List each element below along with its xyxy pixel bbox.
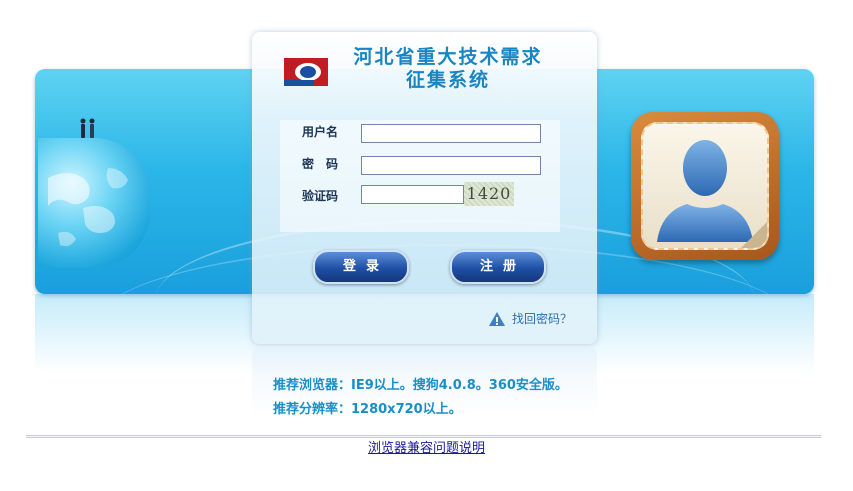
globe-icon xyxy=(38,138,150,268)
captcha-label: 验证码 xyxy=(302,189,339,203)
logo-icon xyxy=(284,58,328,86)
user-silhouette-icon xyxy=(657,140,767,248)
forgot-password-link[interactable]: 找回密码？ xyxy=(488,310,572,327)
register-button[interactable]: 注册 xyxy=(450,250,546,284)
people-icon xyxy=(80,118,95,138)
captcha-input[interactable] xyxy=(361,185,464,204)
password-label: 密 码 xyxy=(302,157,339,171)
decorative-dots: ...... xyxy=(640,330,672,341)
username-input[interactable] xyxy=(361,124,541,143)
browser-compat-link[interactable]: 浏览器兼容问题说明 xyxy=(0,437,853,456)
login-button[interactable]: 登录 xyxy=(313,250,409,284)
username-label: 用户名 xyxy=(302,125,339,139)
login-panel: 河北省重大技术需求 征集系统 用户名 密 码 验证码 1420 登录 注册 找回… xyxy=(252,32,597,344)
user-avatar xyxy=(631,112,779,260)
warning-icon xyxy=(489,311,505,326)
captcha-image[interactable]: 1420 xyxy=(464,182,514,206)
avatar-card xyxy=(641,122,769,250)
forgot-password-label: 找回密码？ xyxy=(512,312,573,326)
title-line-2: 征集系统 xyxy=(405,69,490,91)
browser-tip: 推荐浏览器：IE9以上。搜狗4.0.8。360安全版。 xyxy=(273,378,568,393)
resolution-tip: 推荐分辨率：1280x720以上。 xyxy=(273,402,462,417)
password-input[interactable] xyxy=(361,156,541,175)
page-title: 河北省重大技术需求 征集系统 xyxy=(328,46,568,92)
title-line-1: 河北省重大技术需求 xyxy=(353,46,543,68)
